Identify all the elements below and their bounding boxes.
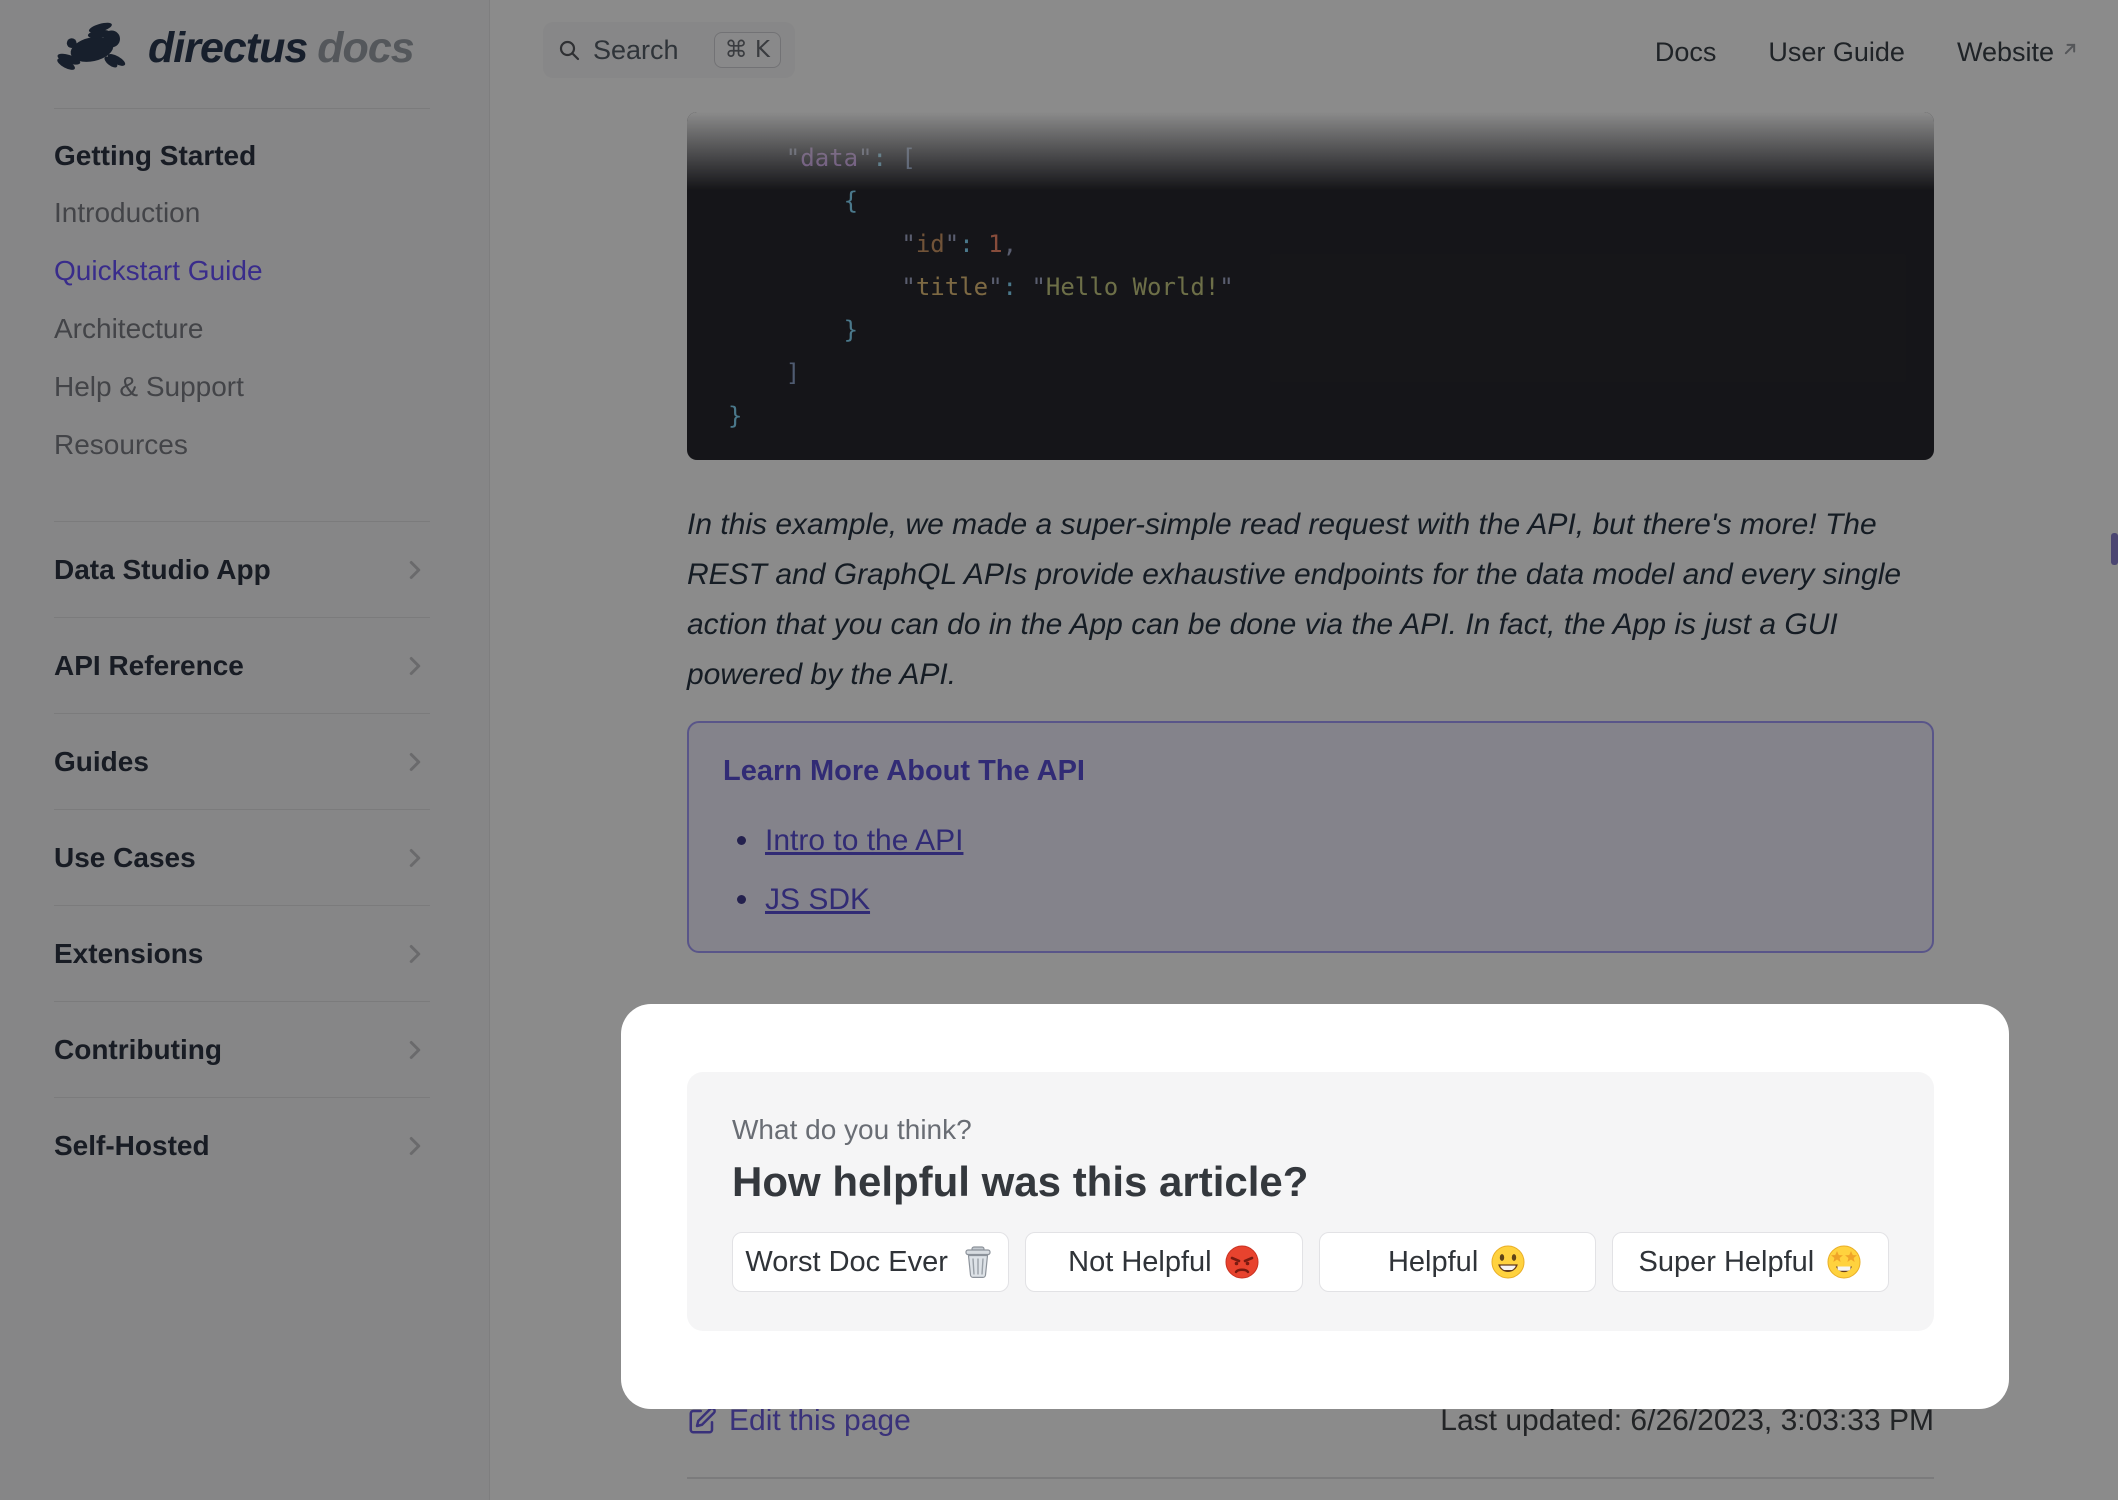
- button-label: Helpful: [1387, 1245, 1479, 1278]
- grinning-face-emoji: [1491, 1245, 1525, 1279]
- super-helpful-button[interactable]: Super Helpful: [1611, 1232, 1889, 1292]
- helpful-button[interactable]: Helpful: [1318, 1232, 1596, 1292]
- not-helpful-button[interactable]: Not Helpful: [1025, 1232, 1303, 1292]
- trash-can-emoji: [965, 1246, 991, 1279]
- angry-face-emoji: [1225, 1245, 1259, 1279]
- worst-doc-ever-button[interactable]: Worst Doc Ever: [732, 1232, 1010, 1292]
- feedback-spotlight: What do you think? How helpful was this …: [621, 1004, 2009, 1409]
- star-struck-face-emoji: [1827, 1245, 1861, 1279]
- button-label: Worst Doc Ever: [745, 1245, 948, 1278]
- feedback-title: How helpful was this article?: [732, 1158, 1309, 1205]
- feedback-card: What do you think? How helpful was this …: [687, 1072, 1934, 1331]
- button-label: Super Helpful: [1638, 1245, 1815, 1278]
- feedback-kicker: What do you think?: [732, 1114, 972, 1145]
- feedback-buttons: Worst Doc Ever Not Helpful Helpful Super…: [732, 1232, 1889, 1292]
- button-label: Not Helpful: [1068, 1245, 1212, 1278]
